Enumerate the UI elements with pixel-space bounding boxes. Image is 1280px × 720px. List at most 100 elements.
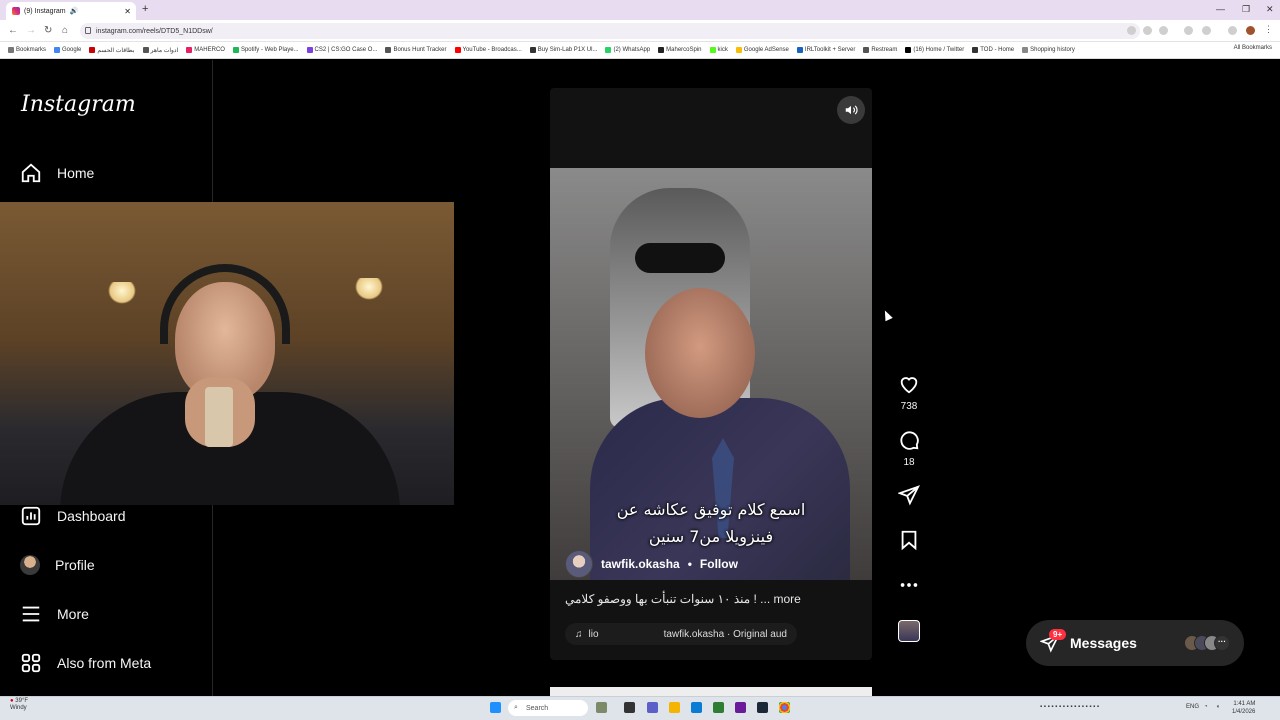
sidebar-item-more[interactable]: More [20,600,210,628]
reel-description[interactable]: منذ ١٠ سنوات تنبأت بها ووصفو كلامي ! ...… [565,592,865,606]
reel-video[interactable]: اسمع كلام توفيق عكاشه عن فينزويلا من7 سن… [550,168,872,580]
author-avatar[interactable] [565,550,593,578]
bookmark-icon[interactable] [898,529,920,551]
bookmarks-bar: Bookmarks Google بطاقات الحسم ادوات ماهر MAH… [0,42,1280,59]
system-tray-icons[interactable]: ▪ ▪ ▪ ▪ ▪ ▪ ▪ ▪ ▪ ▪ ▪ ▪ ▪ ▪ ▪ ▪ [1040,704,1099,710]
task-view-icon[interactable] [624,702,635,713]
forward-icon[interactable]: → [26,25,36,36]
window-close-icon[interactable]: ✕ [1266,4,1274,15]
app-icon[interactable] [735,702,746,713]
tab-title: (9) Instagram [24,7,66,15]
audio-attribution[interactable]: ♫ lio tawfik.okasha · Original aud [565,623,797,645]
author-username[interactable]: tawfik.okasha [601,557,680,571]
bookmark-label: Bookmarks [16,47,47,53]
address-bar[interactable]: instagram.com/reels/DTD5_N1DDsw/ [80,23,1140,39]
minimize-icon[interactable]: — [1216,4,1225,14]
audio-label: tawfik.okasha · Original aud [663,628,787,640]
home-browser-icon[interactable]: ⌂ [62,25,68,36]
close-tab-icon[interactable]: ✕ [124,7,131,16]
next-reel-preview[interactable] [550,687,872,696]
like-count: 738 [900,401,918,412]
bookmark-label: (2) WhatsApp [613,47,651,53]
bookmark-item[interactable]: Google [54,47,81,53]
mute-button[interactable] [837,96,865,124]
bookmark-item[interactable]: TOD - Home [972,47,1014,53]
sidebar-item-home[interactable]: Home [20,159,210,187]
follow-button[interactable]: Follow [700,557,738,571]
sidebar-item-profile[interactable]: Profile [20,551,210,579]
profile-avatar-icon[interactable] [1246,26,1255,35]
zoom-icon[interactable] [1127,26,1136,35]
bookmark-item[interactable]: MahercoSpin [658,47,702,53]
sidebar-item-label: Also from Meta [57,655,152,671]
music-note-icon: ♫ [575,628,583,640]
extensions-puzzle-icon[interactable] [1228,26,1237,35]
bookmark-label: IRLToolkit + Server [804,47,856,53]
bookmark-item[interactable]: Buy Sim-Lab P1X Ul... [529,47,597,53]
bookmark-item[interactable]: Bookmarks [8,47,46,53]
bookmark-star-icon[interactable] [1159,26,1168,35]
sidebar-item-also-from-meta[interactable]: Also from Meta [20,649,210,677]
taskbar-search[interactable]: ⌕ Search [508,700,588,716]
bookmark-item[interactable]: Spotify - Web Playe... [232,47,299,53]
more-horizontal-icon[interactable] [898,574,920,596]
bookmark-item[interactable]: MAHERCO [186,47,225,53]
bookmark-item[interactable]: بطاقات الحسم [89,47,135,54]
bookmark-item[interactable]: Shopping history [1022,47,1075,53]
install-app-icon[interactable] [1143,26,1152,35]
edge-icon[interactable] [691,702,702,713]
all-bookmarks-button[interactable]: All Bookmarks [1234,45,1272,51]
downloads-icon[interactable] [1202,26,1211,35]
maximize-icon[interactable]: ❐ [1242,4,1250,15]
language-indicator[interactable]: ENG [1186,704,1199,710]
reload-icon[interactable]: ↻ [44,25,52,36]
bookmark-favicon-icon [306,47,313,53]
taskbar-clock[interactable]: 1:41 AM 1/4/2026 [1232,700,1255,716]
messages-button[interactable]: Messages ··· [1026,620,1244,666]
bookmark-item[interactable]: CS2 | CS:GO Case O... [306,47,377,53]
bookmark-favicon-icon [186,47,193,53]
heart-icon[interactable] [898,373,920,395]
bookmark-item[interactable]: (16) Home / Twitter [905,47,964,53]
bookmark-item[interactable]: IRLToolkit + Server [796,47,856,53]
bookmark-item[interactable]: kick [709,47,728,53]
browser-tab-instagram[interactable]: (9) Instagram 🔊 ✕ [6,2,136,20]
volume-tray-icon[interactable]: ◖ [1216,704,1220,710]
app-icon[interactable] [713,702,724,713]
steam-icon[interactable] [757,702,768,713]
bookmark-item[interactable]: ادوات ماهر [142,47,178,54]
teams-icon[interactable] [647,702,658,713]
tab-audio-icon[interactable]: 🔊 [70,7,79,15]
bookmark-label: kick [717,47,728,53]
browser-menu-icon[interactable]: ⋮ [1264,24,1273,34]
windows-start-icon[interactable] [490,702,501,713]
sidebar-item-label: Dashboard [57,508,126,524]
cup-image [205,387,233,447]
bookmark-item[interactable]: (2) WhatsApp [605,47,650,53]
comment-icon[interactable] [898,429,920,451]
bookmark-item[interactable]: Google AdSense [735,47,789,53]
site-info-icon[interactable] [85,27,91,34]
bookmark-label: بطاقات الحسم [97,47,135,54]
bookmark-favicon-icon [232,47,239,53]
bookmark-label: Google AdSense [743,47,789,53]
bookmark-item[interactable]: YouTube - Broadcas... [454,47,522,53]
extension-icon[interactable] [1184,26,1193,35]
sleep-mask-image [635,243,725,273]
more-avatars-icon: ··· [1214,635,1230,651]
bookmark-item[interactable]: Bonus Hunt Tracker [385,47,447,53]
audio-thumbnail[interactable] [898,620,920,642]
sidebar-item-dashboard[interactable]: Dashboard [20,502,210,530]
file-explorer-icon[interactable] [669,702,680,713]
new-tab-button[interactable]: + [142,3,148,15]
bookmark-favicon-icon [89,47,96,53]
widgets-icon[interactable] [596,702,607,713]
weather-widget[interactable]: ● 39°F Windy [10,698,28,712]
bookmark-favicon-icon [54,47,61,53]
chrome-icon[interactable] [779,702,790,713]
bookmark-item[interactable]: Restream [863,47,897,53]
network-icon[interactable]: ◔ [1204,704,1208,710]
instagram-logo[interactable]: Instagram [21,92,136,117]
back-icon[interactable]: ← [8,25,18,36]
share-icon[interactable] [898,484,920,506]
